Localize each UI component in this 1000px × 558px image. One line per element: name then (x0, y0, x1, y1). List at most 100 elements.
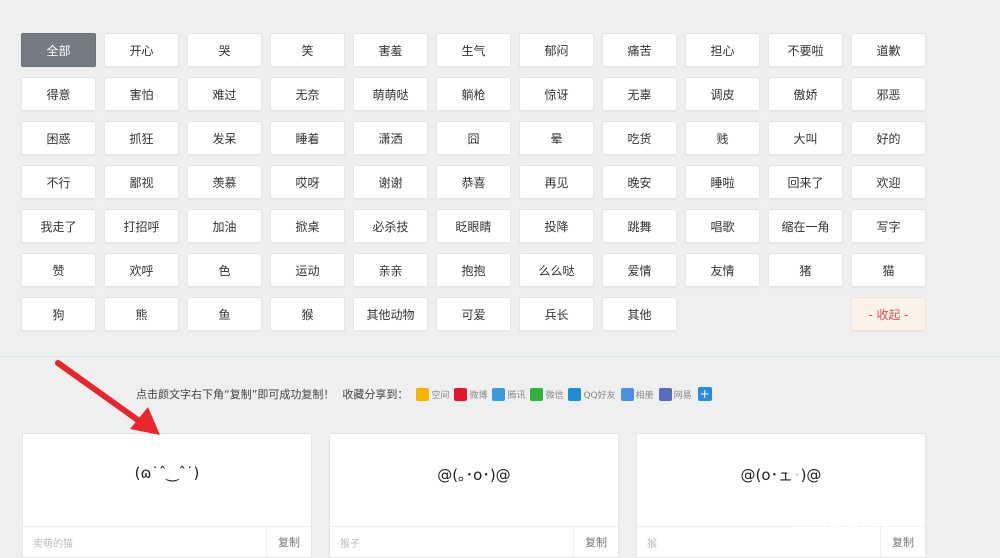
category-chip[interactable]: 眨眼睛 (436, 209, 511, 243)
copy-tip-bar: 点击颜文字右下角“复制”即可成功复制！ 收藏分享到： 空间 微博 腾讯 微信 QQ好友相… (136, 386, 712, 402)
category-chip[interactable]: 惊讶 (519, 77, 594, 111)
category-chip[interactable]: 发呆 (187, 121, 262, 155)
category-chip[interactable]: 唱歌 (685, 209, 760, 243)
category-chip[interactable]: 谢谢 (353, 165, 428, 199)
category-chip[interactable]: 猫 (851, 253, 926, 287)
category-chip[interactable]: 运动 (270, 253, 345, 287)
category-chip[interactable]: 潇洒 (353, 121, 428, 155)
category-chip[interactable]: 其他动物 (353, 297, 428, 331)
category-chip[interactable]: 色 (187, 253, 262, 287)
category-chip[interactable]: 爱情 (602, 253, 677, 287)
category-chip[interactable]: 无辜 (602, 77, 677, 111)
share-item[interactable]: 腾讯 (492, 387, 525, 401)
category-chip[interactable]: 兵长 (519, 297, 594, 331)
baidu-paw-watermark-icon (786, 452, 843, 508)
share-item[interactable]: 空间 (416, 387, 449, 401)
category-chip[interactable]: 么么哒 (519, 253, 594, 287)
category-chip[interactable]: 投降 (519, 209, 594, 243)
category-chip[interactable]: 害羞 (353, 33, 428, 67)
share-item-label: 微信 (545, 390, 564, 401)
emoticon-category-grid: 全部 开心哭笑害羞 生气 郁闷 痛苦 担心 不要啦 道歉得意 害怕 难过 无奈 萌萌哒 躺枪 惊讶 无辜 调皮… (21, 33, 926, 331)
category-chip[interactable]: 赞 (21, 253, 96, 287)
share-item[interactable]: QQ好友 (568, 387, 616, 401)
category-chip[interactable]: 回来了 (768, 165, 843, 199)
card-footer: 猴子 复制 (330, 526, 618, 557)
copy-button[interactable]: 复制 (573, 527, 618, 557)
copy-button[interactable]: 复制 (880, 527, 925, 557)
share-icon (658, 387, 672, 401)
category-chip[interactable]: 鄙视 (104, 165, 179, 199)
category-chip[interactable]: 晚安 (602, 165, 677, 199)
category-chip[interactable]: 哎呀 (270, 165, 345, 199)
category-chip[interactable]: 亲亲 (353, 253, 428, 287)
category-chip[interactable]: 欢迎 (851, 165, 926, 199)
category-chip[interactable]: 鱼 (187, 297, 262, 331)
category-chip[interactable]: 可爱 (436, 297, 511, 331)
category-chip[interactable]: 其他 (602, 297, 677, 331)
share-item[interactable]: 相册 (620, 387, 654, 401)
more-share-plus-icon[interactable]: + (697, 387, 712, 401)
category-chip[interactable]: 全部 (21, 33, 96, 67)
share-item[interactable]: 微信 (530, 387, 564, 401)
category-chip[interactable]: 我走了 (21, 209, 96, 243)
category-chip[interactable]: 再见 (519, 165, 594, 199)
category-chip[interactable]: 哭 (187, 33, 262, 67)
category-chip[interactable]: 恭喜 (436, 165, 511, 199)
category-chip[interactable]: 好的 (851, 121, 926, 155)
category-chip[interactable]: 打招呼 (104, 209, 179, 243)
category-chip[interactable]: 睡啦 (685, 165, 760, 199)
category-chip[interactable]: 调皮 (685, 77, 760, 111)
share-label: 收藏分享到： (342, 388, 409, 401)
card-footer: 卖萌的猫 复制 (23, 526, 311, 557)
emoticon-text: (ɷ˙ˆ‿ˆ˙) (134, 464, 200, 482)
category-chip[interactable]: 无奈 (270, 77, 345, 111)
category-chip[interactable]: 抱抱 (436, 253, 511, 287)
emoticon-name: 猴子 (340, 538, 360, 550)
category-chip[interactable]: 猴 (270, 297, 345, 331)
red-arrow-annotation (55, 360, 160, 435)
category-chip[interactable]: 痛苦 (602, 33, 677, 67)
category-chip[interactable]: 抓狂 (104, 121, 179, 155)
category-chip[interactable]: 开心 (104, 33, 179, 67)
category-chip[interactable]: 傲娇 (768, 77, 843, 111)
collapse-button[interactable]: - 收起 - (851, 297, 926, 331)
category-chip[interactable]: 睡着 (270, 121, 345, 155)
copy-button[interactable]: 复制 (266, 527, 311, 557)
category-chip[interactable]: 邪恶 (851, 77, 926, 111)
category-chip[interactable]: 躺枪 (436, 77, 511, 111)
share-item[interactable]: 微博 (454, 387, 487, 401)
category-chip[interactable]: 掀桌 (270, 209, 345, 243)
category-chip[interactable]: 猪 (768, 253, 843, 287)
category-chip[interactable]: 吃货 (602, 121, 677, 155)
category-chip[interactable]: 不行 (21, 165, 96, 199)
category-chip[interactable]: 郁闷 (519, 33, 594, 67)
category-chip[interactable]: 熊 (104, 297, 179, 331)
category-chip[interactable]: 害怕 (104, 77, 179, 111)
category-chip[interactable]: 生气 (436, 33, 511, 67)
category-chip[interactable]: 羡慕 (187, 165, 262, 199)
category-chip[interactable]: 欢呼 (104, 253, 179, 287)
category-chip[interactable]: 笑 (270, 33, 345, 67)
share-icon (492, 387, 506, 401)
share-item[interactable]: 网易 (658, 387, 692, 401)
category-chip[interactable]: 友情 (685, 253, 760, 287)
category-chip[interactable]: 晕 (519, 121, 594, 155)
category-chip[interactable]: 贱 (685, 121, 760, 155)
category-chip[interactable]: 缩在一角 (768, 209, 843, 243)
category-chip[interactable]: 不要啦 (768, 33, 843, 67)
category-chip[interactable]: 必杀技 (353, 209, 428, 243)
share-icon (568, 387, 582, 401)
category-chip[interactable]: 担心 (685, 33, 760, 67)
category-chip[interactable]: 萌萌哒 (353, 77, 428, 111)
share-icon (530, 387, 544, 401)
category-chip[interactable]: 跳舞 (602, 209, 677, 243)
category-chip[interactable]: 加油 (187, 209, 262, 243)
category-chip[interactable]: 大叫 (768, 121, 843, 155)
category-chip[interactable]: 写字 (851, 209, 926, 243)
category-chip[interactable]: 困惑 (21, 121, 96, 155)
category-chip[interactable]: 囧 (436, 121, 511, 155)
category-chip[interactable]: 道歉 (851, 33, 926, 67)
category-chip[interactable]: 难过 (187, 77, 262, 111)
category-chip[interactable]: 狗 (21, 297, 96, 331)
category-chip[interactable]: 得意 (21, 77, 96, 111)
